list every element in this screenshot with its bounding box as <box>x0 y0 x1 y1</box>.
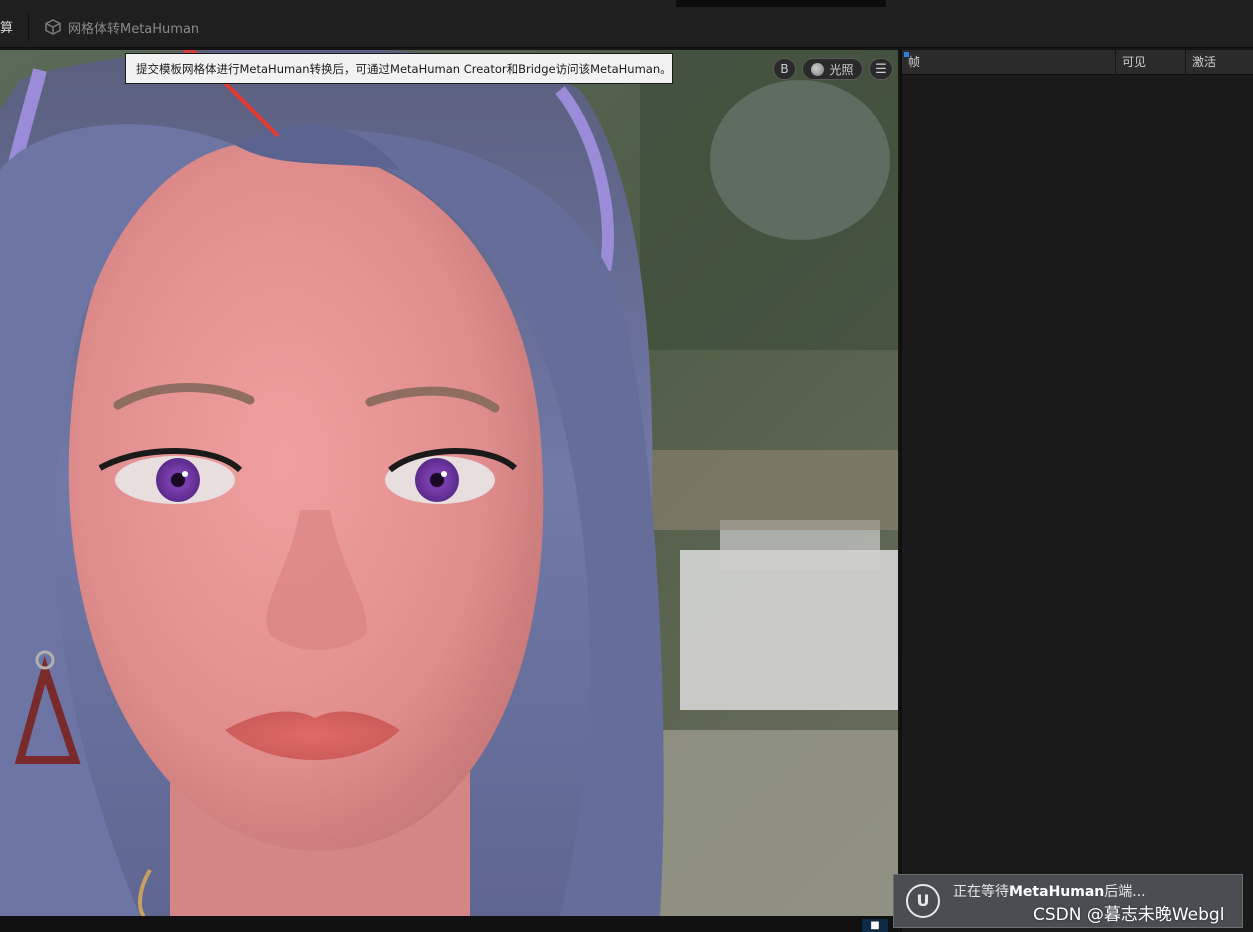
frames-table-header: 帧 可见 激活 <box>902 50 1253 75</box>
mesh-to-metahuman-button[interactable]: 网格体转MetaHuman <box>44 15 199 39</box>
tooltip-text: 提交模板网格体进行MetaHuman转换后，可通过MetaHuman Creat… <box>136 61 672 76</box>
viewport-menu-button[interactable]: ☰ <box>869 58 893 80</box>
toolbar-truncated-label[interactable]: 算 <box>0 17 13 36</box>
lighting-sphere-icon <box>811 62 825 76</box>
tooltip: 提交模板网格体进行MetaHuman转换后，可通过MetaHuman Creat… <box>125 53 673 84</box>
top-strip-segment <box>886 0 1253 7</box>
watermark: CSDN @暮志未晚Webgl <box>1033 905 1225 925</box>
viewport-b-button[interactable]: B <box>773 58 796 80</box>
status-bar: ■ <box>0 916 898 932</box>
toolbar: 算 网格体转MetaHuman <box>0 7 1253 48</box>
hamburger-icon: ☰ <box>875 61 887 77</box>
unreal-logo-icon: U <box>906 884 940 918</box>
lighting-mode-button[interactable]: 光照 <box>802 58 863 80</box>
viewport[interactable] <box>0 50 898 916</box>
lighting-label: 光照 <box>829 62 854 77</box>
top-strip-segment <box>0 0 676 7</box>
toolbar-separator <box>28 13 29 41</box>
cube-icon <box>45 19 61 35</box>
camera-icon[interactable]: ■ <box>862 919 888 932</box>
frames-panel: 帧 可见 激活 <box>900 50 1253 932</box>
top-strip <box>0 0 1253 7</box>
notification-message: 正在等待MetaHuman后端... <box>953 884 1146 900</box>
column-header-visible[interactable]: 可见 <box>1116 50 1186 74</box>
column-header-frame[interactable]: 帧 <box>902 50 1116 74</box>
column-header-active[interactable]: 激活 <box>1186 50 1253 74</box>
viewport-b-label: B <box>780 62 789 76</box>
mesh-to-metahuman-label: 网格体转MetaHuman <box>68 21 200 37</box>
annotation-arrow <box>183 50 280 138</box>
